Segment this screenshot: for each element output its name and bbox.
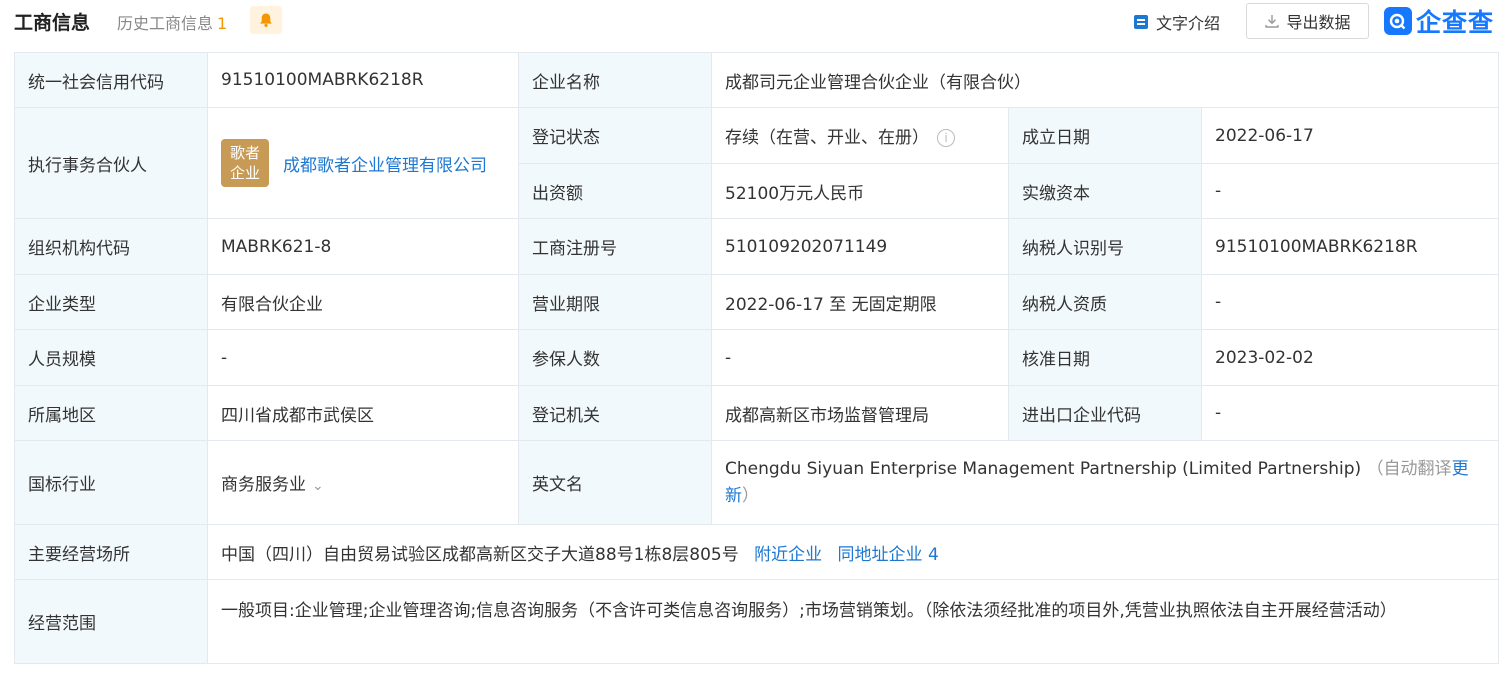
import-code-value: -	[1201, 385, 1499, 441]
address-value: 中国（四川）自由贸易试验区成都高新区交子大道88号1栋8层805号	[221, 544, 739, 565]
chevron-down-icon: ⌄	[312, 478, 324, 494]
reg-status-label: 登记状态	[518, 107, 712, 164]
reg-no-value: 510109202071149	[711, 218, 1009, 275]
partner-label: 执行事务合伙人	[14, 107, 208, 219]
tax-qual-label: 纳税人资质	[1008, 274, 1202, 330]
org-code-label: 组织机构代码	[14, 218, 208, 275]
table-row: 企业类型 有限合伙企业 营业期限 2022-06-17 至 无固定期限 纳税人资…	[14, 274, 1499, 330]
org-code-value: MABRK621-8	[207, 218, 519, 275]
staff-value: -	[207, 329, 519, 386]
company-type-value: 有限合伙企业	[207, 274, 519, 330]
capital-label: 出资额	[518, 163, 712, 219]
partner-link[interactable]: 成都歌者企业管理有限公司	[283, 151, 487, 176]
auto-translate-note-close: ）	[742, 485, 759, 506]
partner-cell: 歌者 企业 成都歌者企业管理有限公司	[207, 107, 519, 219]
staff-label: 人员规模	[14, 329, 208, 386]
region-value: 四川省成都市武侯区	[207, 385, 519, 441]
authority-label: 登记机关	[518, 385, 712, 441]
table-row: 所属地区 四川省成都市武侯区 登记机关 成都高新区市场监督管理局 进出口企业代码…	[14, 385, 1499, 441]
scope-value: 一般项目:企业管理;企业管理咨询;信息咨询服务（不含许可类信息咨询服务）;市场营…	[207, 579, 1499, 664]
logo-text: 企查查	[1416, 8, 1495, 37]
term-value: 2022-06-17 至 无固定期限	[711, 274, 1009, 330]
english-name-cell: Chengdu Siyuan Enterprise Management Par…	[711, 440, 1499, 525]
english-name-label: 英文名	[518, 440, 712, 525]
address-cell: 中国（四川）自由贸易试验区成都高新区交子大道88号1栋8层805号 附近企业 同…	[207, 524, 1499, 580]
insured-label: 参保人数	[518, 329, 712, 386]
history-count: 1	[217, 14, 228, 33]
table-row: 执行事务合伙人 歌者 企业 成都歌者企业管理有限公司 登记状态 存续（在营、开业、…	[14, 107, 1499, 219]
approve-date-value: 2023-02-02	[1201, 329, 1499, 386]
section-header: 工商信息 历史工商信息 1 文字介绍 导出数据 企查查	[0, 0, 1506, 42]
company-name-label: 企业名称	[518, 52, 712, 108]
document-icon	[1134, 15, 1148, 29]
reg-status-value: 存续（在营、开业、在册）	[725, 128, 929, 148]
export-data-button[interactable]: 导出数据	[1246, 3, 1369, 39]
download-icon	[1265, 15, 1280, 28]
qichacha-logo: 企查查	[1384, 3, 1494, 39]
table-row: 国标行业 商务服务业 ⌄ 英文名 Chengdu Siyuan Enterpris…	[14, 440, 1499, 525]
tax-id-value: 91510100MABRK6218R	[1201, 218, 1499, 275]
import-code-label: 进出口企业代码	[1008, 385, 1202, 441]
text-intro-label: 文字介绍	[1156, 14, 1221, 33]
history-label: 历史工商信息	[117, 14, 214, 33]
industry-value: 商务服务业	[221, 475, 306, 495]
scope-label: 经营范围	[14, 579, 208, 664]
same-address-link[interactable]: 同地址企业 4	[838, 545, 939, 565]
history-link[interactable]: 历史工商信息 1	[117, 10, 227, 34]
reg-no-label: 工商注册号	[518, 218, 712, 275]
paid-capital-value: -	[1201, 163, 1499, 219]
industry-dropdown[interactable]: 商务服务业 ⌄	[207, 440, 519, 525]
export-label: 导出数据	[1286, 13, 1351, 32]
section-title: 工商信息	[14, 12, 91, 34]
found-date-label: 成立日期	[1008, 107, 1202, 164]
nearby-companies-link[interactable]: 附近企业	[754, 545, 822, 565]
address-label: 主要经营场所	[14, 524, 208, 580]
reg-status-cell: 存续（在营、开业、在册） i	[711, 107, 1009, 164]
company-type-label: 企业类型	[14, 274, 208, 330]
text-intro-button[interactable]: 文字介绍	[1134, 10, 1220, 34]
table-row: 主要经营场所 中国（四川）自由贸易试验区成都高新区交子大道88号1栋8层805号…	[14, 524, 1499, 580]
bell-icon[interactable]	[250, 6, 282, 34]
table-row: 组织机构代码 MABRK621-8 工商注册号 510109202071149 …	[14, 218, 1499, 275]
tax-id-label: 纳税人识别号	[1008, 218, 1202, 275]
auto-translate-note-open: （自动翻译	[1366, 458, 1452, 479]
partner-logo-badge: 歌者 企业	[221, 139, 269, 187]
industry-label: 国标行业	[14, 440, 208, 525]
authority-value: 成都高新区市场监督管理局	[711, 385, 1009, 441]
table-row: 统一社会信用代码 91510100MABRK6218R 企业名称 成都司元企业管…	[14, 52, 1499, 108]
approve-date-label: 核准日期	[1008, 329, 1202, 386]
info-icon[interactable]: i	[937, 129, 955, 147]
tax-qual-value: -	[1201, 274, 1499, 330]
credit-code-value: 91510100MABRK6218R	[207, 52, 519, 108]
found-date-value: 2022-06-17	[1201, 107, 1499, 164]
qichacha-logo-icon	[1384, 7, 1412, 35]
region-label: 所属地区	[14, 385, 208, 441]
table-row: 经营范围 一般项目:企业管理;企业管理咨询;信息咨询服务（不含许可类信息咨询服务…	[14, 579, 1499, 664]
business-info-table: 统一社会信用代码 91510100MABRK6218R 企业名称 成都司元企业管…	[14, 52, 1499, 664]
credit-code-label: 统一社会信用代码	[14, 52, 208, 108]
company-name-value: 成都司元企业管理合伙企业（有限合伙）	[711, 52, 1499, 108]
paid-capital-label: 实缴资本	[1008, 163, 1202, 219]
insured-value: -	[711, 329, 1009, 386]
english-name-value: Chengdu Siyuan Enterprise Management Par…	[725, 458, 1362, 479]
capital-value: 52100万元人民币	[711, 163, 1009, 219]
term-label: 营业期限	[518, 274, 712, 330]
table-row: 人员规模 - 参保人数 - 核准日期 2023-02-02	[14, 329, 1499, 386]
